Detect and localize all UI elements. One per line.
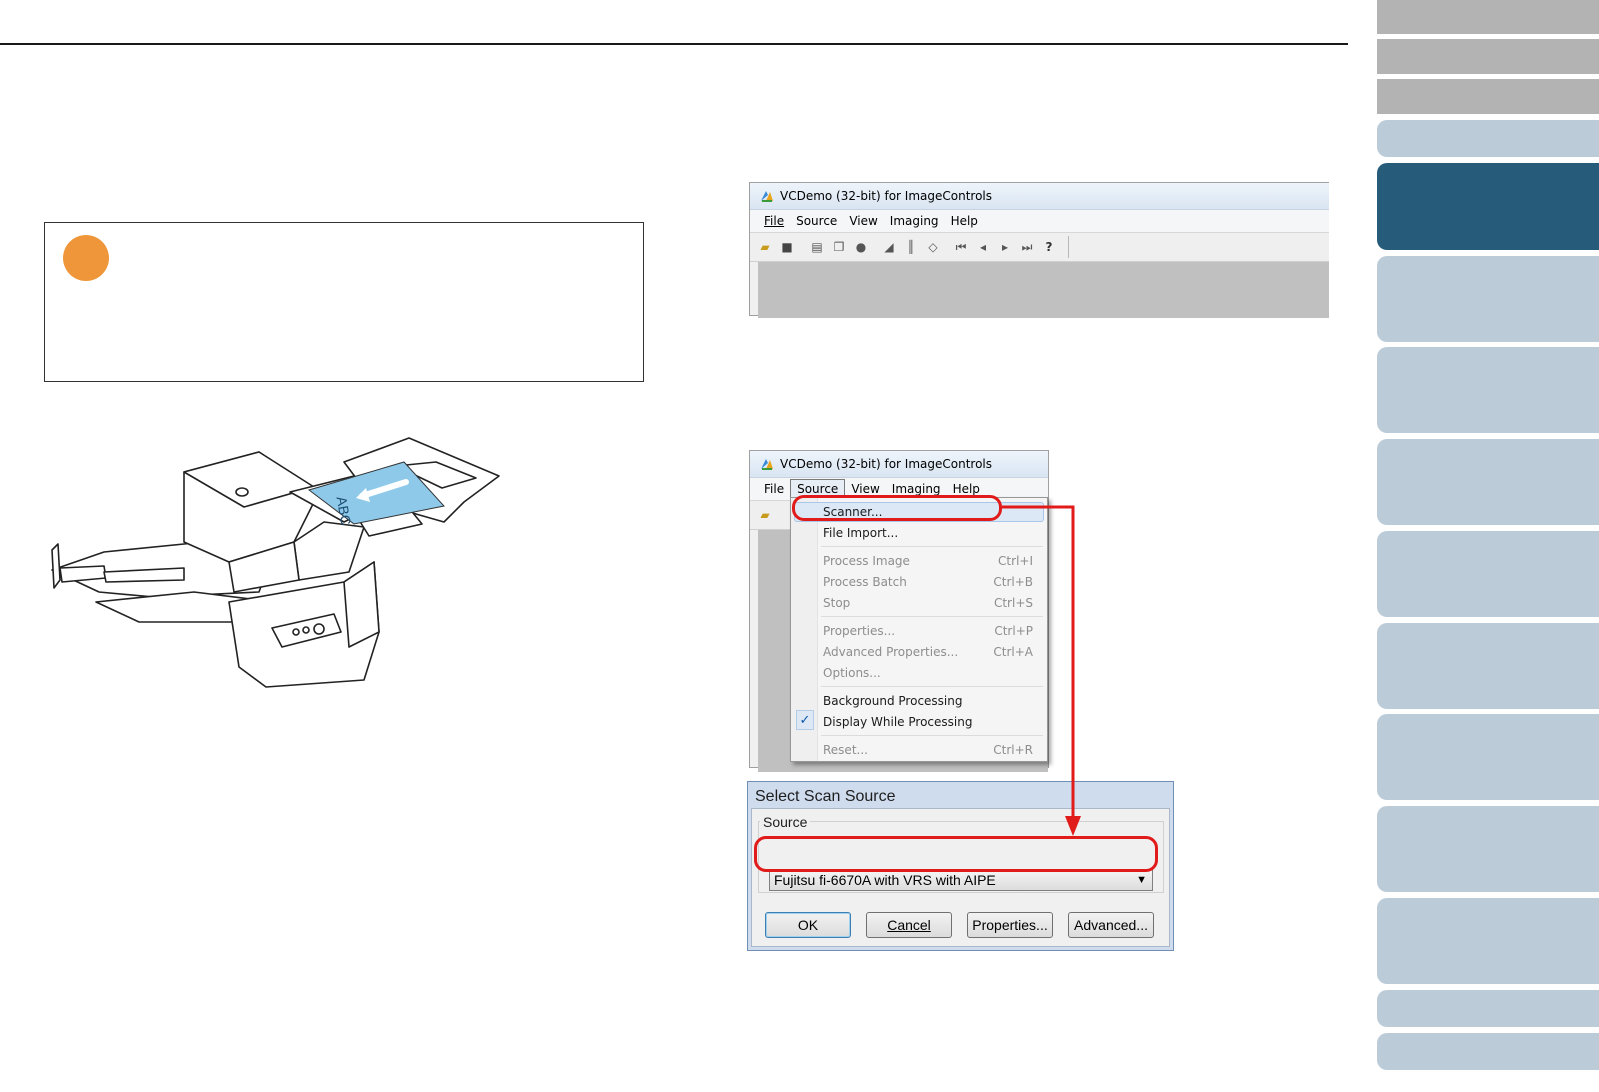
next-page-icon[interactable]: ▸ (998, 240, 1012, 254)
scanner-icon[interactable]: ◢ (882, 240, 896, 254)
copy-icon[interactable]: ❐ (832, 240, 846, 254)
nav-tab[interactable] (1377, 531, 1599, 617)
menu-item-label: Background Processing (823, 694, 963, 708)
menu-view[interactable]: View (843, 212, 883, 230)
vcdemo-window: VCDemo (32-bit) for ImageControls File S… (749, 182, 1329, 318)
page-icon[interactable]: ▤ (810, 240, 824, 254)
nav-tab[interactable] (1377, 898, 1599, 984)
window-titlebar: VCDemo (32-bit) for ImageControls (750, 183, 1329, 210)
chevron-down-icon: ▼ (1136, 874, 1147, 886)
window-title: VCDemo (32-bit) for ImageControls (780, 189, 993, 203)
menu-source[interactable]: Source (790, 212, 843, 230)
source-select-highlight (754, 836, 1158, 872)
selected-source: Fujitsu fi-6670A with VRS with AIPE (774, 872, 996, 888)
attention-icon (63, 235, 109, 281)
nav-tab[interactable] (1377, 806, 1599, 892)
menu-item-label: Stop (823, 596, 851, 610)
help-icon[interactable]: ? (1042, 240, 1056, 254)
scanner-illustration: ABC (51, 437, 500, 688)
menu-item-label: Process Image (823, 554, 910, 568)
first-page-icon[interactable]: ⏮ (954, 240, 968, 254)
toolbar-divider (1068, 236, 1069, 258)
source-group-label: Source (760, 814, 811, 830)
nav-tab[interactable] (1377, 120, 1599, 157)
menu-imaging[interactable]: Imaging (884, 212, 945, 230)
prev-page-icon[interactable]: ◂ (976, 240, 990, 254)
dialog-title: Select Scan Source (755, 788, 896, 805)
menu-item-label: Display While Processing (823, 715, 973, 729)
stop-icon[interactable]: ● (854, 240, 868, 254)
scan-source-select[interactable]: Fujitsu fi-6670A with VRS with AIPE ▼ (769, 869, 1153, 891)
barcode-icon[interactable]: ║ (904, 240, 918, 254)
cancel-button[interactable]: Cancel (866, 912, 952, 938)
menu-help[interactable]: Help (945, 212, 984, 230)
menu-bar: File Source View Imaging Help (750, 210, 1329, 233)
header-rule (0, 43, 1348, 45)
properties-button[interactable]: Properties... (967, 912, 1053, 938)
ok-button[interactable]: OK (765, 912, 851, 938)
nav-tab[interactable] (1377, 39, 1599, 74)
nav-tab[interactable] (1377, 256, 1599, 342)
window-title: VCDemo (32-bit) for ImageControls (780, 457, 993, 471)
advanced-button[interactable]: Advanced... (1068, 912, 1154, 938)
nav-tab[interactable] (1377, 0, 1599, 34)
scanner-item-highlight (792, 495, 1002, 521)
menu-file[interactable]: File (758, 480, 790, 498)
nav-tab[interactable] (1377, 1033, 1599, 1070)
connector-arrow (1002, 505, 1081, 836)
client-area (758, 262, 1329, 318)
app-icon (760, 457, 774, 471)
app-icon (760, 189, 774, 203)
save-icon[interactable]: ■ (780, 240, 794, 254)
menu-item-label: File Import... (823, 526, 899, 540)
window-titlebar: VCDemo (32-bit) for ImageControls (750, 451, 1048, 478)
menu-file[interactable]: File (758, 212, 790, 230)
attention-box (44, 222, 644, 382)
open-folder-icon[interactable]: ▰ (758, 240, 772, 254)
menu-item-label: Advanced Properties... (823, 645, 959, 659)
nav-tab[interactable] (1377, 714, 1599, 800)
check-mark-icon: ✓ (796, 710, 814, 730)
menu-item-label: Options... (823, 666, 881, 680)
toolbar: ▰ ■ ▤ ❐ ● ◢ ║ ◇ ⏮ ◂ ▸ ⏭ ? (750, 233, 1329, 262)
nav-tab-active[interactable] (1377, 163, 1599, 250)
menu-item-label: Reset... (823, 743, 868, 757)
menu-item-label: Properties... (823, 624, 896, 638)
last-page-icon[interactable]: ⏭ (1020, 240, 1034, 254)
nav-tab[interactable] (1377, 623, 1599, 709)
open-folder-icon[interactable]: ▰ (758, 508, 772, 522)
nav-tab[interactable] (1377, 347, 1599, 433)
menu-item-label: Process Batch (823, 575, 907, 589)
eraser-icon[interactable]: ◇ (926, 240, 940, 254)
nav-tab[interactable] (1377, 990, 1599, 1027)
nav-tab[interactable] (1377, 79, 1599, 114)
nav-tab[interactable] (1377, 439, 1599, 525)
